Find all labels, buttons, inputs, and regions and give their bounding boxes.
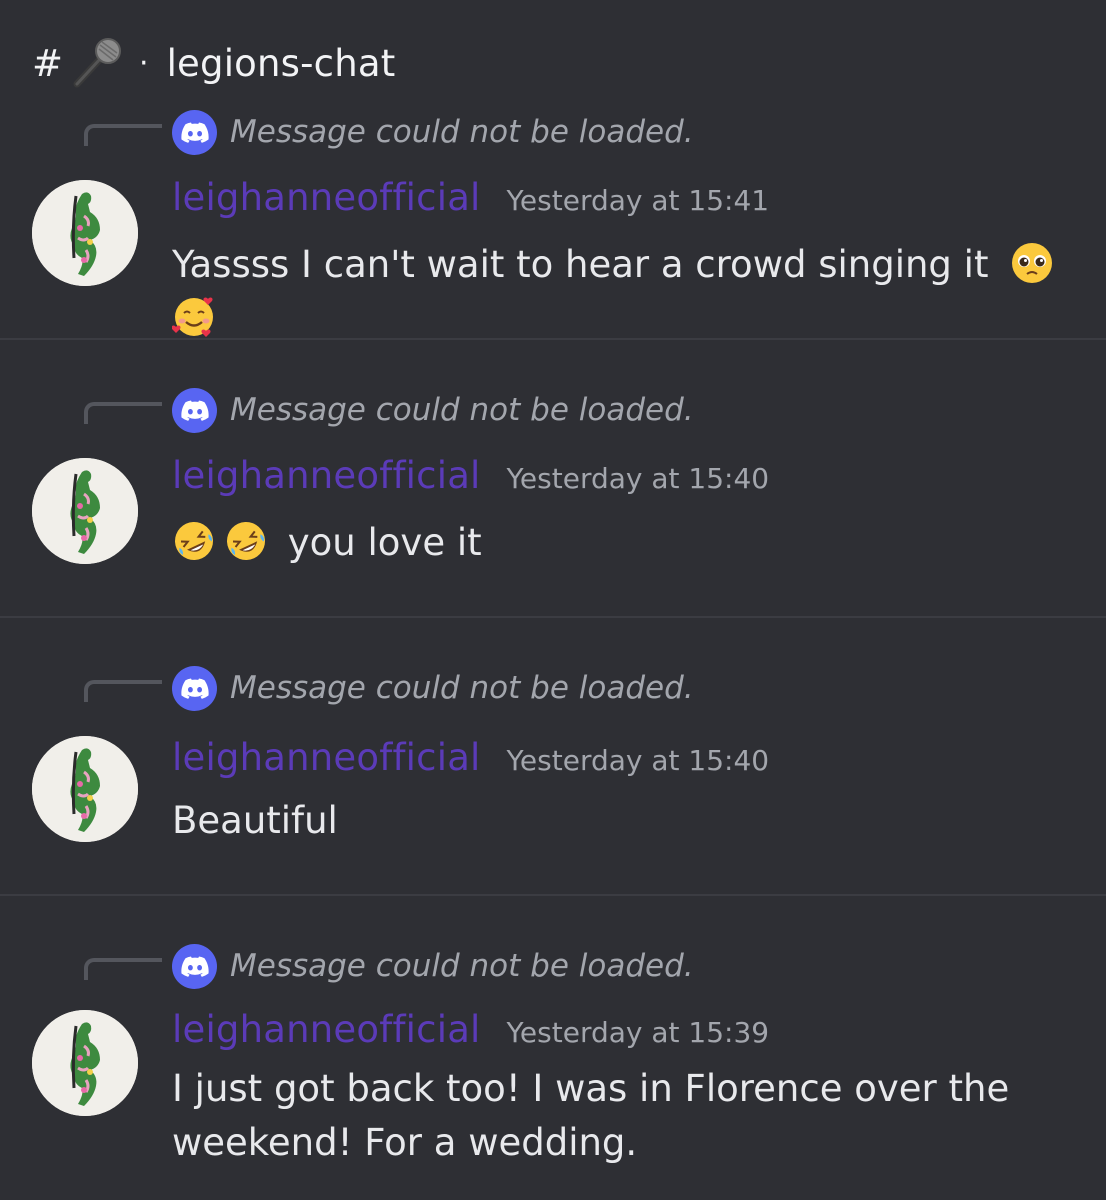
channel-name[interactable]: legions-chat [167,42,396,85]
channel-hash: # [32,41,64,85]
message-header: leighanneofficial Yesterday at 15:39 [172,1008,769,1051]
author-name[interactable]: leighanneofficial [172,736,481,779]
message-content: Yassss I can't wait to hear a crowd sing… [171,238,1072,346]
microphone-icon [67,36,125,90]
message-divider [0,616,1106,618]
rolling-on-floor-laughing-emoji [224,519,268,563]
message-text: Yassss I can't wait to hear a crowd sing… [172,243,989,286]
discord-icon [172,110,217,155]
message-header: leighanneofficial Yesterday at 15:40 [172,454,769,497]
message-header: leighanneofficial Yesterday at 15:40 [172,736,769,779]
reply-unavailable-text[interactable]: Message could not be loaded. [230,390,694,430]
message-text: you love it [287,521,482,564]
message-content: Beautiful [172,794,1072,848]
author-name[interactable]: leighanneofficial [172,176,481,219]
message-header: leighanneofficial Yesterday at 15:41 [172,176,769,219]
message-content: you love it [172,516,1072,570]
reply-unavailable-text[interactable]: Message could not be loaded. [230,668,694,708]
rolling-on-floor-laughing-emoji [172,519,216,563]
avatar[interactable] [32,180,138,286]
channel-header: # · legions-chat [32,36,395,90]
reply-unavailable-text[interactable]: Message could not be loaded. [230,112,694,152]
author-name[interactable]: leighanneofficial [172,1008,481,1051]
smiling-face-with-hearts-emoji [171,295,216,339]
reply-unavailable-text[interactable]: Message could not be loaded. [230,946,694,986]
discord-icon [172,666,217,711]
reply-connector [84,124,162,146]
avatar[interactable] [32,458,138,564]
message-timestamp[interactable]: Yesterday at 15:40 [507,462,770,495]
reply-connector [84,680,162,702]
message-timestamp[interactable]: Yesterday at 15:40 [507,744,770,777]
channel-separator: · [139,45,149,81]
message-text-line: weekend! For a wedding. [172,1121,638,1164]
message-divider [0,338,1106,340]
pleading-face-emoji [1010,241,1054,285]
message-timestamp[interactable]: Yesterday at 15:39 [507,1016,770,1049]
message-content: I just got back too! I was in Florence o… [172,1062,1072,1170]
author-name[interactable]: leighanneofficial [172,454,481,497]
reply-connector [84,958,162,980]
message-text-line: I just got back too! I was in Florence o… [172,1067,1010,1110]
message-timestamp[interactable]: Yesterday at 15:41 [507,184,770,217]
discord-icon [172,388,217,433]
message-text: Beautiful [172,799,338,842]
avatar[interactable] [32,736,138,842]
message-divider [0,894,1106,896]
discord-icon [172,944,217,989]
reply-connector [84,402,162,424]
avatar[interactable] [32,1010,138,1116]
